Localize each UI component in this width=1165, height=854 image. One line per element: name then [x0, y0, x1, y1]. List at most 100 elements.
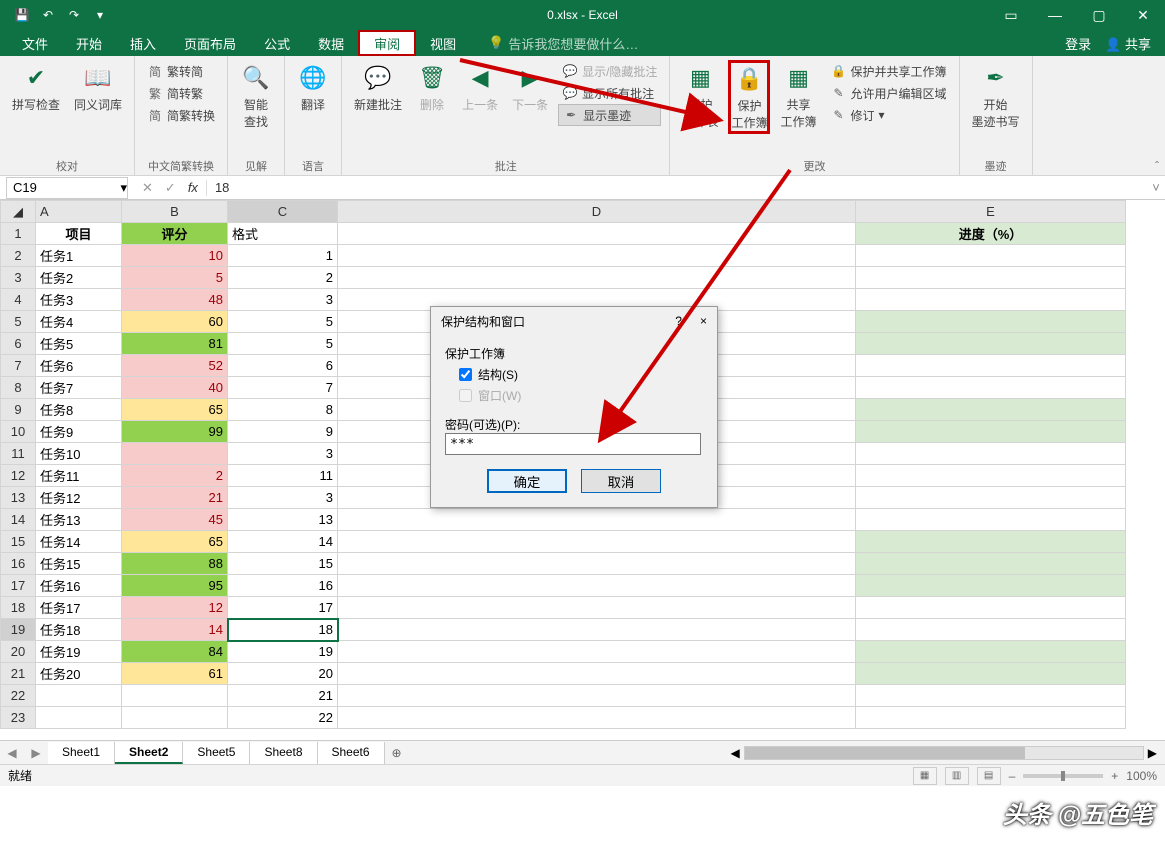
cell[interactable] — [36, 685, 122, 707]
cell[interactable] — [856, 245, 1126, 267]
cell[interactable]: 3 — [228, 487, 338, 509]
tell-me[interactable]: 💡告诉我您想要做什么… — [488, 34, 638, 53]
translate-button[interactable]: 🌐翻译 — [293, 60, 333, 115]
row-header[interactable]: 5 — [1, 311, 36, 333]
cell[interactable]: 任务13 — [36, 509, 122, 531]
cell[interactable]: 任务1 — [36, 245, 122, 267]
undo-icon[interactable]: ↶ — [36, 3, 60, 27]
cell[interactable]: 12 — [122, 597, 228, 619]
col-header-B[interactable]: B — [122, 201, 228, 223]
show-all-comments-button[interactable]: 💬显示所有批注 — [558, 82, 661, 104]
cell[interactable]: 11 — [228, 465, 338, 487]
cell[interactable] — [856, 289, 1126, 311]
cell[interactable] — [856, 487, 1126, 509]
cell[interactable]: 任务16 — [36, 575, 122, 597]
protect-sheet-button[interactable]: ▦保护 工作表 — [678, 60, 722, 132]
tab-insert[interactable]: 插入 — [116, 30, 170, 56]
collapse-ribbon-icon[interactable]: ˆ — [1155, 159, 1159, 173]
row-header[interactable]: 22 — [1, 685, 36, 707]
row-header[interactable]: 21 — [1, 663, 36, 685]
row-header[interactable]: 2 — [1, 245, 36, 267]
sheet-nav-next-icon[interactable]: ▶ — [24, 746, 48, 760]
cell[interactable] — [338, 619, 856, 641]
share-link[interactable]: 👤 共享 — [1105, 34, 1151, 53]
tab-view[interactable]: 视图 — [416, 30, 470, 56]
cell[interactable] — [856, 641, 1126, 663]
start-ink-button[interactable]: ✒开始 墨迹书写 — [968, 60, 1024, 132]
formula-input[interactable]: 18 — [207, 180, 1147, 195]
row-header[interactable]: 8 — [1, 377, 36, 399]
normal-view-icon[interactable]: ▦ — [913, 767, 937, 785]
cell[interactable]: 10 — [122, 245, 228, 267]
sheet-tab[interactable]: Sheet1 — [48, 742, 115, 764]
cell[interactable] — [856, 465, 1126, 487]
qat-more-icon[interactable]: ▾ — [88, 3, 112, 27]
cell[interactable] — [856, 553, 1126, 575]
name-box[interactable]: C19▾ — [6, 177, 128, 199]
cell[interactable]: 20 — [228, 663, 338, 685]
cell[interactable]: 任务15 — [36, 553, 122, 575]
cell[interactable] — [338, 663, 856, 685]
tab-home[interactable]: 开始 — [62, 30, 116, 56]
cell[interactable] — [122, 443, 228, 465]
protect-share-button[interactable]: 🔒保护并共享工作簿 — [826, 60, 950, 82]
cell[interactable]: 任务9 — [36, 421, 122, 443]
cell[interactable]: 项目 — [36, 223, 122, 245]
share-workbook-button[interactable]: ▦共享 工作簿 — [776, 60, 820, 132]
confirm-entry-icon[interactable]: ✓ — [165, 180, 176, 196]
row-header[interactable]: 11 — [1, 443, 36, 465]
row-header[interactable]: 16 — [1, 553, 36, 575]
cell[interactable]: 81 — [122, 333, 228, 355]
cell[interactable]: 95 — [122, 575, 228, 597]
ribbon-options-icon[interactable]: ▭ — [989, 0, 1033, 30]
cell[interactable]: 任务19 — [36, 641, 122, 663]
zoom-in-icon[interactable]: + — [1111, 769, 1118, 783]
cell[interactable]: 60 — [122, 311, 228, 333]
cell[interactable]: 任务4 — [36, 311, 122, 333]
cell[interactable] — [856, 267, 1126, 289]
cell[interactable] — [856, 531, 1126, 553]
sheet-nav-prev-icon[interactable]: ◀ — [0, 746, 24, 760]
cell[interactable]: 任务10 — [36, 443, 122, 465]
row-header[interactable]: 15 — [1, 531, 36, 553]
cell[interactable]: 任务11 — [36, 465, 122, 487]
cell[interactable]: 18 — [228, 619, 338, 641]
cell[interactable]: 评分 — [122, 223, 228, 245]
scroll-right-icon[interactable]: ▶ — [1148, 746, 1157, 760]
allow-edit-button[interactable]: ✎允许用户编辑区域 — [826, 82, 950, 104]
cell[interactable] — [338, 245, 856, 267]
cell[interactable]: 65 — [122, 399, 228, 421]
cell[interactable] — [338, 531, 856, 553]
cancel-entry-icon[interactable]: ✕ — [142, 180, 153, 196]
tab-data[interactable]: 数据 — [304, 30, 358, 56]
new-comment-button[interactable]: 💬新建批注 — [350, 60, 406, 115]
cell[interactable] — [338, 223, 856, 245]
thesaurus-button[interactable]: 📖同义词库 — [70, 60, 126, 115]
sheet-tab[interactable]: Sheet2 — [115, 742, 183, 764]
row-header[interactable]: 18 — [1, 597, 36, 619]
cell[interactable] — [856, 597, 1126, 619]
sheet-tab[interactable]: Sheet8 — [250, 742, 317, 764]
cell[interactable] — [856, 663, 1126, 685]
cell[interactable]: 15 — [228, 553, 338, 575]
cell[interactable]: 任务20 — [36, 663, 122, 685]
cell[interactable]: 88 — [122, 553, 228, 575]
col-header-C[interactable]: C — [228, 201, 338, 223]
cell[interactable]: 45 — [122, 509, 228, 531]
add-sheet-icon[interactable]: ⊕ — [385, 746, 409, 760]
cell[interactable]: 99 — [122, 421, 228, 443]
cell[interactable] — [856, 575, 1126, 597]
maximize-icon[interactable]: ▢ — [1077, 0, 1121, 30]
cell[interactable] — [122, 685, 228, 707]
zoom-out-icon[interactable]: – — [1009, 769, 1016, 783]
cell[interactable]: 任务6 — [36, 355, 122, 377]
sheet-tab[interactable]: Sheet5 — [183, 742, 250, 764]
cell[interactable] — [856, 685, 1126, 707]
tab-review[interactable]: 审阅 — [358, 30, 416, 56]
cell[interactable]: 任务12 — [36, 487, 122, 509]
cell[interactable]: 7 — [228, 377, 338, 399]
cell[interactable]: 84 — [122, 641, 228, 663]
cell[interactable]: 3 — [228, 289, 338, 311]
cell[interactable]: 6 — [228, 355, 338, 377]
password-input[interactable] — [445, 433, 701, 455]
